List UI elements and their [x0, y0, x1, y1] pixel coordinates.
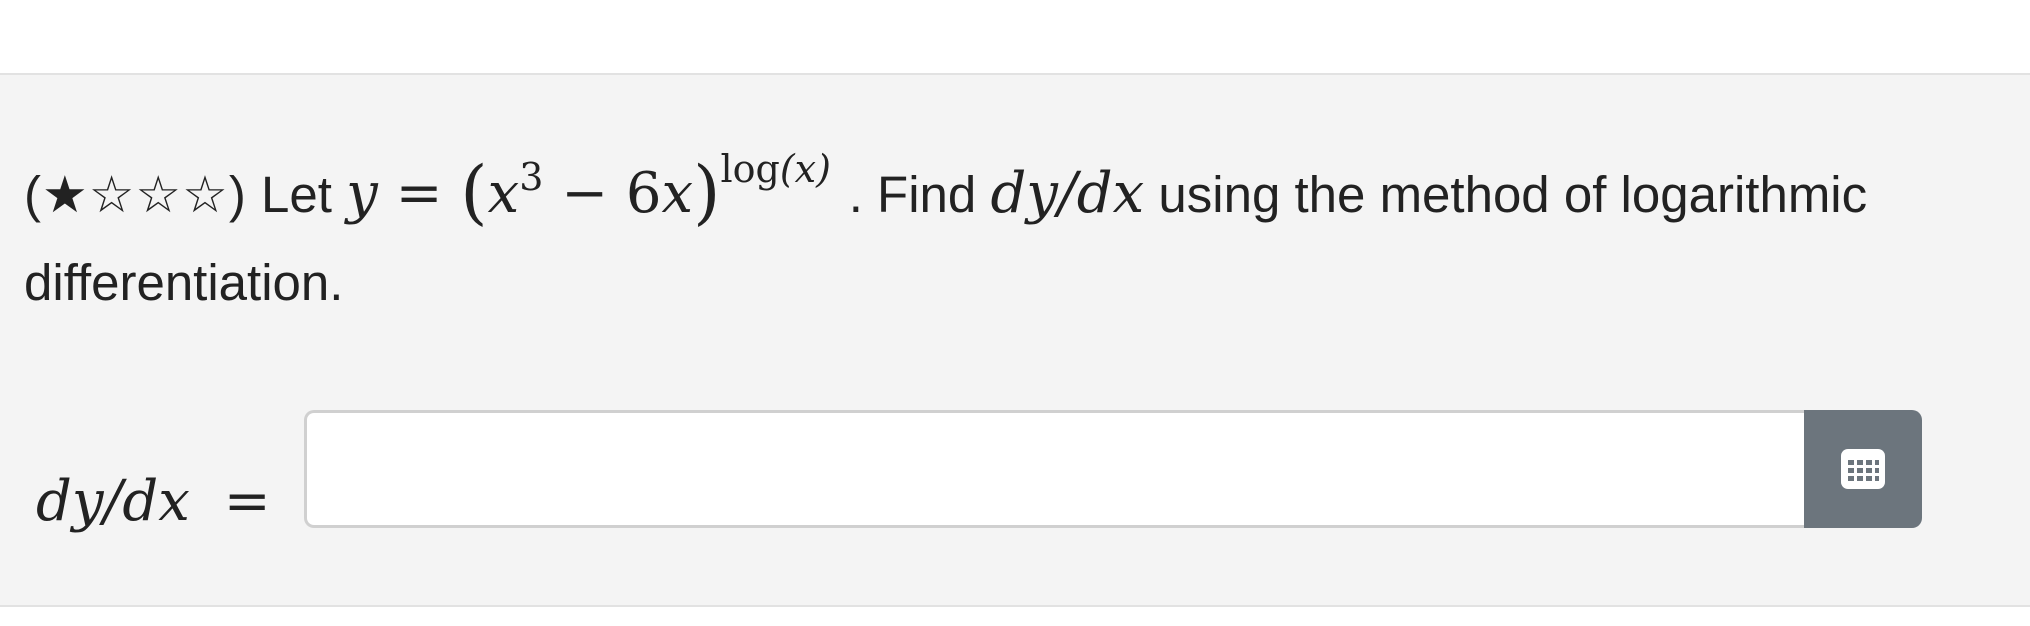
top-blank-area	[0, 0, 2030, 73]
math-keypad-button[interactable]	[1804, 410, 1922, 528]
math-function-expression: y = (x3 − 6x)log(x)	[346, 147, 831, 233]
answer-label: dy/dx =	[36, 469, 271, 534]
keypad-grid-icon	[1841, 449, 1885, 489]
text-find: . Find	[848, 166, 977, 223]
difficulty-rating: (★☆☆☆)	[24, 166, 247, 223]
answer-row: dy/dx =	[36, 410, 1936, 534]
question-text: (★☆☆☆) Let y = (x3 − 6x)log(x) . Find dy…	[24, 147, 1924, 325]
math-derivative: dy/dx	[990, 161, 1145, 226]
text-let: Let	[261, 166, 332, 223]
answer-input[interactable]	[304, 410, 1804, 528]
